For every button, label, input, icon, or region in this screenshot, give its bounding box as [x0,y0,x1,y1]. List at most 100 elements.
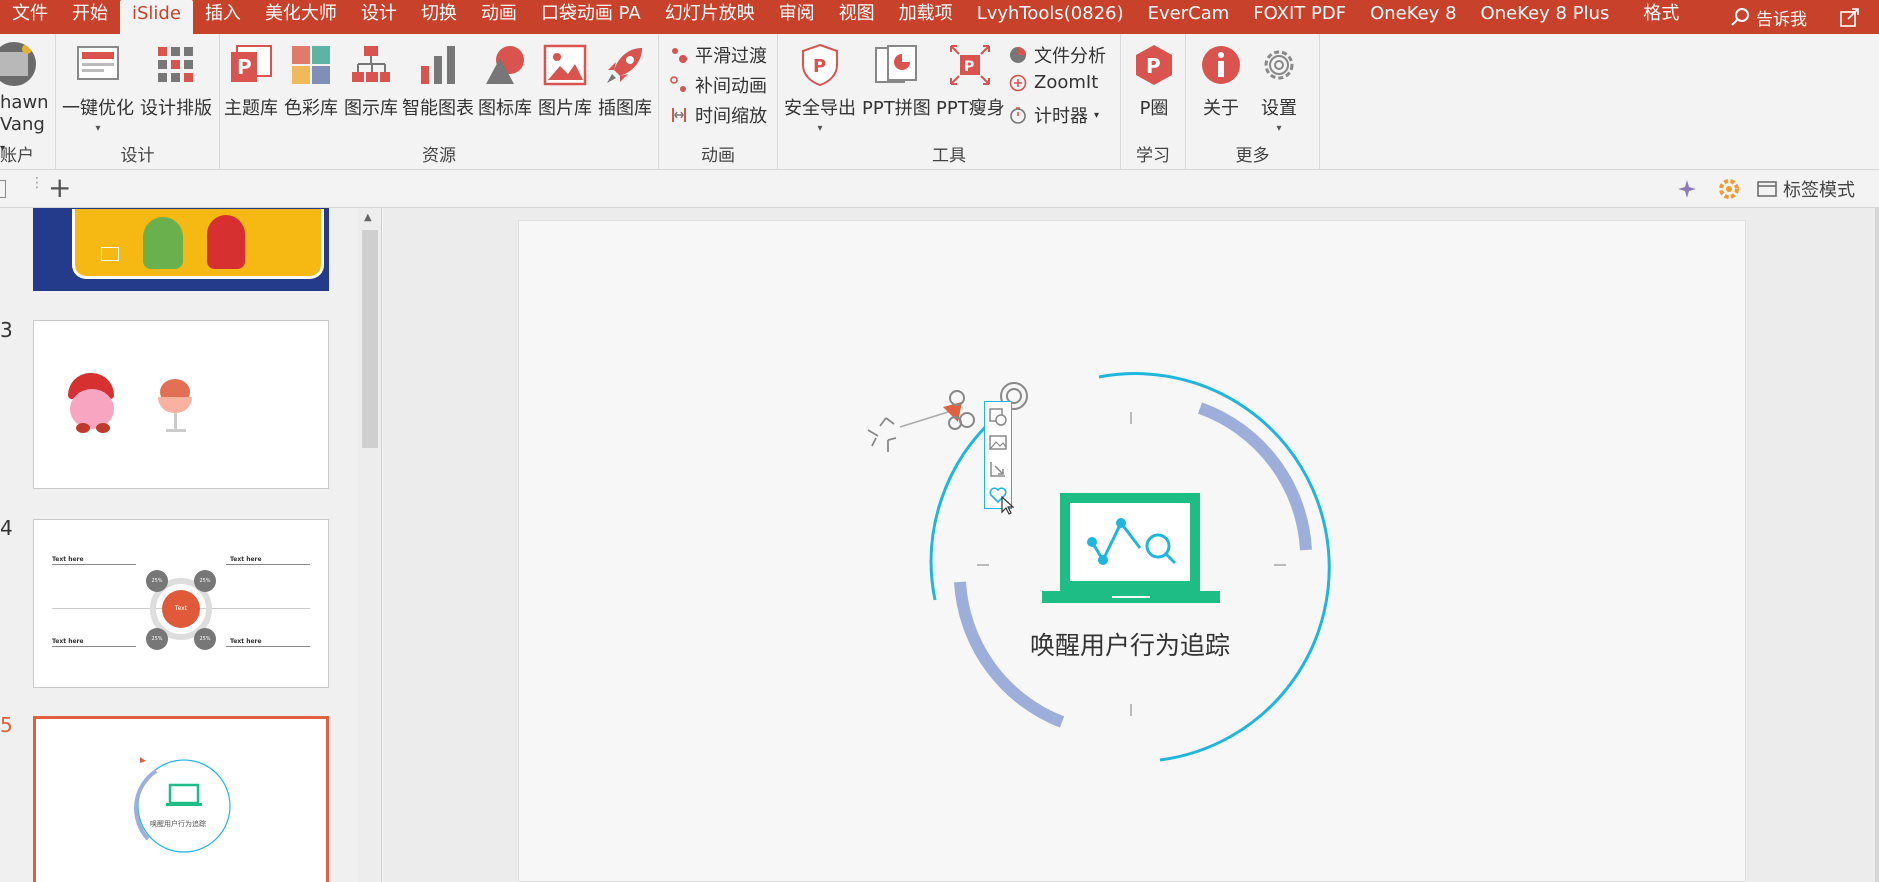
thumb4-pct-1: 25% [146,570,168,592]
tab-animations[interactable]: 动画 [469,0,529,34]
thumb4-pct-2: 25% [194,570,216,592]
file-analysis-button[interactable]: 文件分析 [1008,42,1106,68]
smart-chart-button[interactable]: 智能图表 [402,42,474,120]
timer-label: 计时器 [1034,106,1088,127]
tell-me-search[interactable]: 告诉我 [1730,5,1839,30]
color-library-icon [288,42,334,88]
current-slide[interactable] [518,220,1746,882]
chevron-down-icon: ▾ [1094,109,1100,121]
svg-text:P: P [1146,54,1161,78]
illustration-library-label: 插图库 [598,98,652,119]
ppt-slim-label: PPT瘦身 [936,98,1005,119]
chevron-down-icon: ▾ [817,123,823,134]
slide-main-title[interactable]: 唤醒用户行为追踪 [1030,626,1230,662]
p-circle-button[interactable]: P P圈 [1131,42,1177,120]
tween-animation-button[interactable]: 补间动画 [669,72,767,98]
tab-design[interactable]: 设计 [349,0,409,34]
play-badge-icon [101,247,119,261]
account-name-line1[interactable]: hawn [0,92,49,113]
add-tab-button[interactable]: + [48,173,71,203]
magic-wand-icon[interactable] [1673,175,1701,203]
tab-slideshow[interactable]: 幻灯片放映 [653,0,767,34]
tab-insert[interactable]: 插入 [193,0,253,34]
tab-onekey8-plus[interactable]: OneKey 8 Plus [1469,0,1622,34]
thumb4-pct-4: 25% [194,628,216,650]
about-button[interactable]: 关于 [1198,42,1244,120]
doc-icon[interactable] [0,180,6,198]
thumb4-pct-3: 25% [146,628,168,650]
tab-view[interactable]: 视图 [827,0,887,34]
color-library-button[interactable]: 色彩库 [284,42,338,120]
smooth-transition-label: 平滑过渡 [695,46,767,67]
p-circle-label: P圈 [1139,98,1169,119]
slide-thumbnail-4[interactable]: Text here Text here Text here Text here … [33,519,329,688]
svg-text:P: P [813,56,826,77]
group-account: hawn Vang ▾ 账户 [0,34,56,170]
ppt-slim-button[interactable]: P PPT瘦身 [936,42,1005,120]
safe-export-label: 安全导出 [784,98,856,119]
orange-gear-icon[interactable] [1715,175,1743,203]
thumbnail-scrollbar[interactable]: ▲ [358,208,382,882]
hulk-figure [143,217,183,269]
tab-mode-label: 标签模式 [1783,180,1855,201]
ribbon-tab-bar: 文件 开始 iSlide 插入 美化大师 设计 切换 动画 口袋动画 PA 幻灯… [0,0,1879,34]
smooth-transition-button[interactable]: 平滑过渡 [669,42,767,68]
tab-mode-button[interactable]: 标签模式 [1757,176,1855,202]
theme-library-button[interactable]: P 主题库 [224,42,278,120]
tab-transitions[interactable]: 切换 [409,0,469,34]
tab-file[interactable]: 文件 [0,0,60,34]
scrollbar-thumb[interactable] [362,230,378,448]
tab-home[interactable]: 开始 [60,0,120,34]
timer-button[interactable]: 计时器 ▾ [1008,102,1099,128]
thumb4-center-circle: Text [162,590,200,628]
group-tools: P 安全导出 ▾ PPT拼图 P PPT瘦身 文件分析 ZoomIt 计时器 ▾… [778,34,1121,170]
scroll-up-arrow-icon[interactable]: ▲ [364,212,372,223]
diagram-library-button[interactable]: 图示库 [344,42,398,120]
zoomit-button[interactable]: ZoomIt [1008,72,1098,93]
slide-thumbnail-3[interactable] [33,320,329,489]
ppt-collage-button[interactable]: PPT拼图 [862,42,931,120]
icon-library-icon [482,42,528,88]
safe-export-button[interactable]: P 安全导出 ▾ [784,42,856,134]
share-icon[interactable] [1839,6,1861,28]
picture-icon[interactable] [987,432,1009,454]
drag-handle-icon[interactable]: ⋮ [30,176,44,199]
one-click-optimize-button[interactable]: 一键优化 ▾ [62,42,134,134]
tab-review[interactable]: 审阅 [767,0,827,34]
thumb5-graphic [134,757,231,853]
design-layout-icon [153,42,199,88]
floating-vertical-toolbar [984,401,1012,509]
slide-thumbnail-2[interactable] [33,208,329,291]
tab-lvyhtools[interactable]: LvyhTools(0826) [965,0,1136,34]
tab-format[interactable]: 格式 [1621,0,1691,34]
tab-islide[interactable]: iSlide [120,0,193,34]
file-analysis-label: 文件分析 [1034,46,1106,67]
tab-meihua[interactable]: 美化大师 [253,0,349,34]
tab-evercam[interactable]: EverCam [1136,0,1242,34]
theme-library-label: 主题库 [224,98,278,119]
design-layout-button[interactable]: 设计排版 [140,42,212,120]
about-label: 关于 [1203,98,1239,119]
canvas-scrollbar[interactable] [1875,208,1879,882]
image-library-button[interactable]: 图片库 [538,42,592,120]
resize-icon[interactable] [987,458,1009,480]
tell-me-label: 告诉我 [1756,9,1807,30]
icon-library-button[interactable]: 图标库 [478,42,532,120]
icon-library-label: 图标库 [478,98,532,119]
group-more: 关于 设置 ▾ 更多 [1186,34,1320,170]
shape-icon[interactable] [987,406,1009,428]
illustration-library-button[interactable]: 插图库 [598,42,652,120]
smooth-transition-icon [669,45,689,65]
svg-text:P: P [964,59,974,75]
diagram-library-label: 图示库 [344,98,398,119]
slide-thumbnail-5[interactable]: 唤醒用户行为追踪 [33,716,329,882]
bar-chart-icon [415,42,461,88]
tab-addins[interactable]: 加载项 [887,0,965,34]
tab-pocket-animation[interactable]: 口袋动画 PA [529,0,653,34]
avatar[interactable] [0,42,36,86]
p-circle-icon: P [1131,42,1177,88]
time-scale-button[interactable]: 时间缩放 [669,102,767,128]
settings-button[interactable]: 设置 ▾ [1256,42,1302,134]
tab-foxit-pdf[interactable]: FOXIT PDF [1241,0,1358,34]
tab-onekey8[interactable]: OneKey 8 [1358,0,1468,34]
